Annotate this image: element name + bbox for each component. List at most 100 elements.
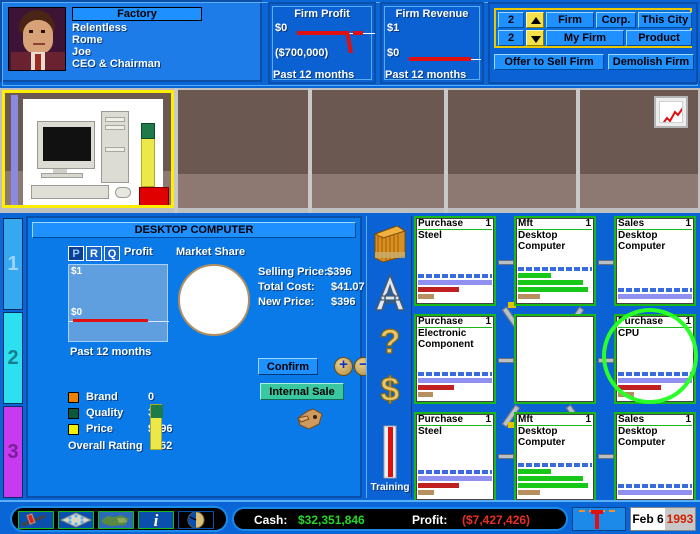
tab-my-firm[interactable]: My Firm	[546, 30, 624, 46]
grid-cell-sales[interactable]: Sales 1 Desktop Computer	[614, 412, 696, 502]
advertising-a-icon[interactable]	[371, 272, 409, 316]
tab-product[interactable]: Product	[626, 30, 692, 46]
grid-cell-kind: Mft	[518, 414, 592, 426]
game-date-display[interactable]: Feb 6 1993	[630, 507, 696, 531]
ceo-line-2: Rome	[72, 34, 103, 46]
quality-gauge	[150, 404, 163, 450]
grid-cell-kind: Purchase	[418, 316, 492, 328]
grid-bar	[518, 287, 589, 292]
grid-bar	[418, 483, 459, 488]
grid-cell-bars	[418, 372, 492, 399]
firm-index-value[interactable]: 2	[498, 12, 524, 28]
grid-cell-purchase[interactable]: Purchase 1 Steel	[414, 412, 496, 502]
building-lot-4[interactable]	[448, 90, 576, 208]
svg-text:?: ?	[380, 323, 401, 361]
chart-line-svg	[662, 107, 682, 122]
firm-revenue-card[interactable]: Firm Revenue $1 $0 Past 12 months	[380, 2, 484, 84]
desktop-computer-photo	[23, 99, 169, 205]
grid-bar	[618, 294, 692, 299]
internal-sale-button[interactable]: Internal Sale	[260, 383, 344, 400]
grid-cell-purchase[interactable]: Purchase 1 Electronic Component	[414, 314, 496, 404]
offer-to-sell-firm-button[interactable]: Offer to Sell Firm	[494, 54, 604, 70]
grid-cell-kind: Mft	[518, 218, 592, 230]
grid-bar	[518, 476, 584, 481]
grid-cell-mft[interactable]: Mft 1 Desktop Computer	[514, 216, 596, 306]
speed-slider-icon[interactable]	[572, 507, 626, 531]
grid-cell-bars	[618, 372, 692, 399]
grid-cell-count: 1	[485, 218, 491, 229]
profit-chart-footer: Past 12 months	[70, 346, 152, 358]
grid-cell-product: Desktop Computer	[518, 426, 566, 448]
grid-cell-empty[interactable]	[514, 314, 596, 404]
grid-cell-count: 1	[585, 414, 591, 425]
hammer-build-icon[interactable]	[18, 511, 54, 529]
top-status-bar: Factory Relentless Rome Joe CEO & Chairm…	[0, 0, 700, 88]
ceo-portrait-photo	[8, 7, 66, 71]
info-icon[interactable]: i	[138, 511, 174, 530]
grid-cell-mft[interactable]: Mft 1 Desktop Computer	[514, 412, 596, 502]
grid-cell-count: 1	[485, 316, 491, 327]
svg-text:i: i	[154, 512, 159, 528]
action-icon-column: ? $ Training	[366, 216, 412, 498]
grid-bar	[418, 490, 435, 495]
grid-cell-kind: Purchase	[418, 218, 492, 230]
question-mark-icon[interactable]: ?	[371, 320, 409, 364]
dollar-sign-icon[interactable]: $	[371, 368, 409, 412]
ceo-details: Relentless Rome Joe CEO & Chairman	[72, 22, 222, 70]
grid-cell-count: 1	[685, 414, 691, 425]
grid-bar	[518, 490, 541, 495]
sidebar-item-tab-1[interactable]: 1	[3, 218, 23, 310]
grid-cell-purchase[interactable]: Purchase 1 CPU	[614, 314, 696, 404]
confirm-button[interactable]: Confirm	[258, 358, 318, 375]
demolish-firm-button[interactable]: Demolish Firm	[608, 54, 694, 70]
grid-bar	[618, 288, 692, 292]
firm-profit-card[interactable]: Firm Profit $0 ($700,000) Past 12 months	[268, 2, 376, 84]
building-lot-2[interactable]	[178, 90, 308, 208]
firm-profit-top-label: $0	[275, 22, 288, 34]
grid-bar	[618, 484, 692, 488]
tab-corp[interactable]: Corp.	[596, 12, 636, 28]
grid-bar	[418, 294, 435, 299]
world-map-icon[interactable]	[98, 511, 134, 529]
lot-stripe	[11, 95, 18, 205]
cash-value: $32,351,846	[298, 513, 365, 527]
ceo-info-panel[interactable]: Factory Relentless Rome Joe CEO & Chairm…	[0, 0, 698, 86]
page-title: DESKTOP COMPUTER	[32, 222, 356, 238]
ceo-line-4: CEO & Chairman	[72, 58, 161, 70]
clock-icon[interactable]	[178, 511, 214, 529]
grid-cell-product: CPU	[618, 328, 640, 339]
grid-cell-bars	[618, 288, 692, 301]
grid-bar	[418, 274, 492, 278]
mode-button-quantity[interactable]: Q	[104, 246, 120, 261]
grid-cell-sales[interactable]: Sales 1 Desktop Computer	[614, 216, 696, 306]
city-grid-icon[interactable]	[58, 511, 94, 529]
building-lot-3[interactable]	[312, 90, 444, 208]
mode-button-profit[interactable]: P	[68, 246, 84, 261]
inventory-crate-icon[interactable]	[371, 222, 409, 266]
brand-label: Brand	[86, 391, 118, 403]
cash-label: Cash:	[254, 513, 288, 527]
grid-cell-kind: Purchase	[418, 414, 492, 426]
arrow-up-icon[interactable]	[526, 12, 544, 28]
grid-cell-count: 1	[485, 414, 491, 425]
sidebar-item-tab-2[interactable]: 2	[3, 312, 23, 404]
ceo-line-3: Joe	[72, 46, 91, 58]
grid-bar	[418, 280, 492, 285]
grid-bar	[618, 372, 692, 376]
tab-this-city[interactable]: This City	[638, 12, 692, 28]
building-lot-1[interactable]	[2, 90, 174, 208]
grid-bar	[418, 470, 492, 474]
sidebar-item-tab-3[interactable]: 3	[3, 406, 23, 498]
mode-button-revenue[interactable]: R	[86, 246, 102, 261]
plus-icon[interactable]: +	[334, 356, 353, 376]
product-index-value[interactable]: 2	[498, 30, 524, 46]
production-chain-grid: Purchase 1 Steel Mft 1 Desktop Computer Sales 1…	[412, 214, 700, 502]
brand-value: 0	[148, 391, 155, 403]
tab-firm[interactable]: Firm	[546, 12, 594, 28]
arrow-down-icon[interactable]	[526, 30, 544, 46]
pointing-hand-icon	[295, 405, 325, 433]
profit-value-bottom: ($7,427,426)	[462, 513, 531, 527]
line-chart-icon[interactable]	[654, 96, 688, 128]
grid-cell-purchase[interactable]: Purchase 1 Steel	[414, 216, 496, 306]
training-bar-icon[interactable]	[371, 424, 409, 480]
